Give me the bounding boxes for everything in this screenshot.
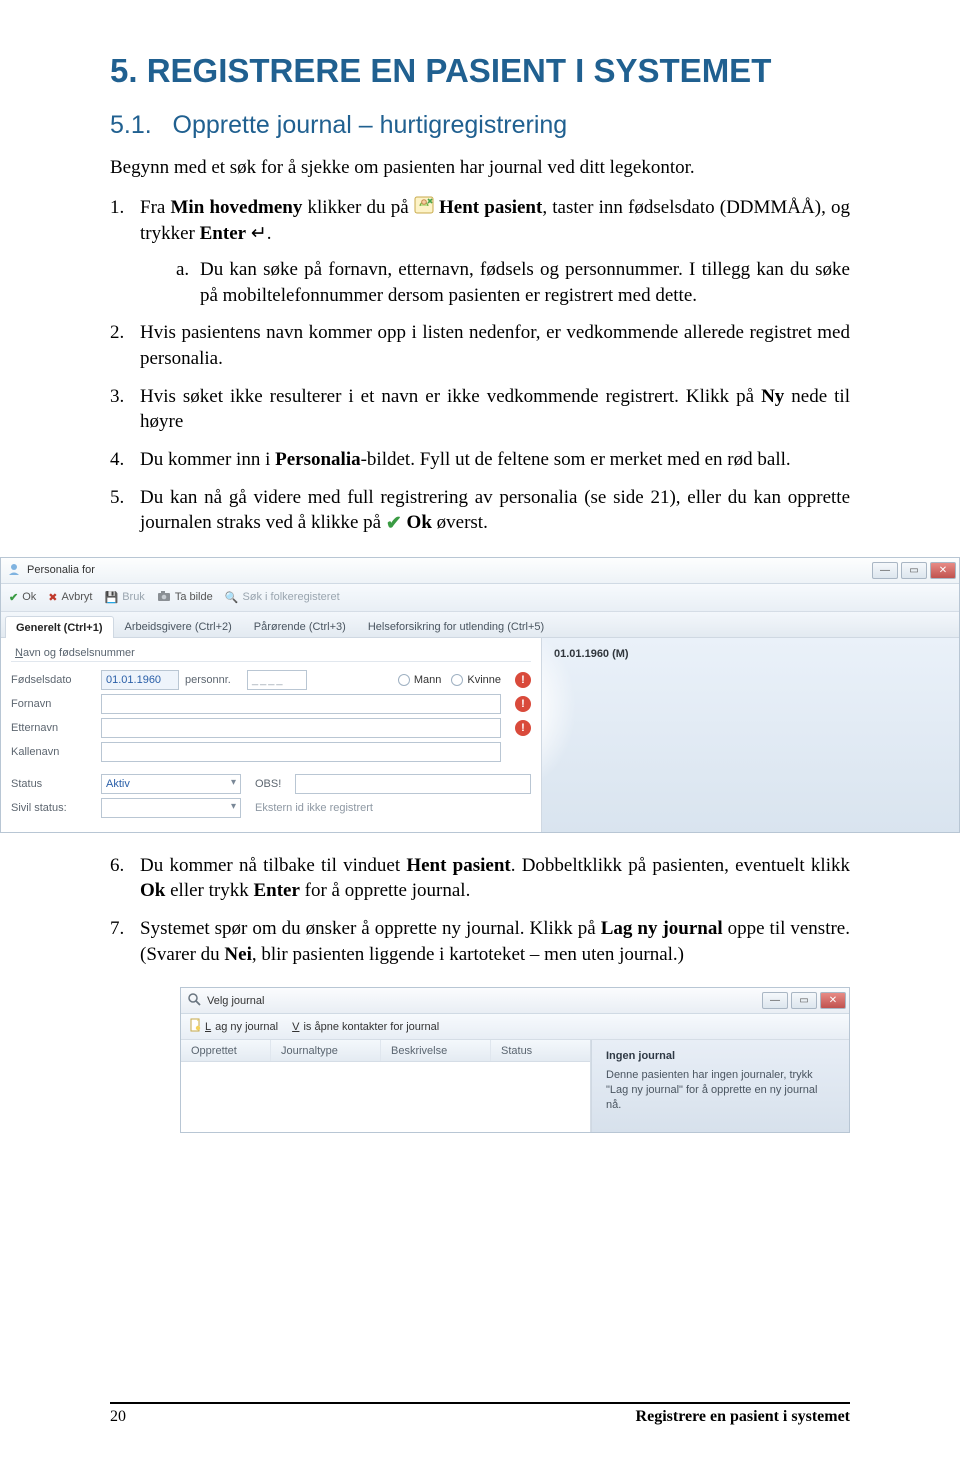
step-2: Hvis pasientens navn kommer opp i listen… xyxy=(140,320,850,371)
page-footer: 20 Registrere en pasient i systemet xyxy=(0,1402,960,1426)
tab-helseforsikring[interactable]: Helseforsikring for utlending (Ctrl+5) xyxy=(357,615,555,637)
step-number: 3. xyxy=(110,384,140,435)
tab-arbeidsgivere[interactable]: Arbeidsgivere (Ctrl+2) xyxy=(114,615,243,637)
bruk-button[interactable]: 💾Bruk xyxy=(104,591,144,604)
chapter-title: REGISTRERE EN PASIENT I SYSTEMET xyxy=(147,52,772,89)
check-icon: ✔ xyxy=(386,511,402,537)
step-6: Du kommer nå tilbake til vinduet Hent pa… xyxy=(140,853,850,904)
summary-text: 01.01.1960 (M) xyxy=(554,648,947,660)
tab-parorende[interactable]: Pårørende (Ctrl+3) xyxy=(243,615,357,637)
radio-mann[interactable] xyxy=(398,674,410,686)
label-fodselsdato: Fødselsdato xyxy=(11,674,101,686)
label-obs: OBS! xyxy=(255,778,295,790)
cancel-icon: ✖ xyxy=(48,591,57,604)
minimize-button[interactable]: ― xyxy=(762,992,788,1009)
chapter-number: 5. xyxy=(110,52,138,89)
velg-journal-window: Velg journal ― ▭ ✕ Lag ny journal Vis åp… xyxy=(180,987,850,1133)
radio-kvinne[interactable] xyxy=(451,674,463,686)
col-opprettet[interactable]: Opprettet xyxy=(181,1040,271,1061)
window-titlebar: Velg journal ― ▭ ✕ xyxy=(181,988,849,1014)
fornavn-input[interactable] xyxy=(101,694,501,714)
personnr-input[interactable]: ____ xyxy=(247,670,307,690)
substep-letter: a. xyxy=(176,257,200,308)
journal-list: Opprettet Journaltype Beskrivelse Status xyxy=(181,1040,591,1132)
error-icon: ! xyxy=(515,720,531,736)
step-7: Systemet spør om du ønsker å opprette ny… xyxy=(140,916,850,967)
obs-input[interactable] xyxy=(295,774,531,794)
avbryt-button[interactable]: ✖Avbryt xyxy=(48,591,92,604)
step-1: Fra Min hovedmeny klikker du på Hent pas… xyxy=(140,195,850,308)
info-text: Denne pasienten har ingen journaler, try… xyxy=(606,1068,835,1113)
info-heading: Ingen journal xyxy=(606,1050,835,1062)
etternavn-input[interactable] xyxy=(101,718,501,738)
tab-generelt[interactable]: Generelt (Ctrl+1) xyxy=(5,616,114,638)
sivilstatus-combo[interactable] xyxy=(101,798,241,818)
section-number: 5.1. xyxy=(110,111,152,139)
chapter-heading: 5. REGISTRERE EN PASIENT I SYSTEMET xyxy=(110,50,850,91)
step-3: Hvis søket ikke resulterer i et navn er … xyxy=(140,384,850,435)
step-number: 6. xyxy=(110,853,140,904)
col-journaltype[interactable]: Journaltype xyxy=(271,1040,381,1061)
maximize-button[interactable]: ▭ xyxy=(901,562,927,579)
info-panel: Ingen journal Denne pasienten har ingen … xyxy=(591,1040,849,1132)
step-number: 5. xyxy=(110,485,140,537)
step-4: Du kommer inn i Personalia-bildet. Fyll … xyxy=(140,447,850,473)
tab-bar: Generelt (Ctrl+1) Arbeidsgivere (Ctrl+2)… xyxy=(1,612,959,638)
group-label: Navn og fødselsnummer xyxy=(11,644,531,662)
window-title: Velg journal xyxy=(207,995,265,1007)
label-mann: Mann xyxy=(414,674,442,686)
personalia-window: Personalia for ― ▭ ✕ ✔Ok ✖Avbryt 💾Bruk T… xyxy=(0,557,960,833)
intro-text: Begynn med et søk for å sjekke om pasien… xyxy=(110,156,850,181)
close-button[interactable]: ✕ xyxy=(930,562,956,579)
step-number: 2. xyxy=(110,320,140,371)
fodselsdato-input[interactable]: 01.01.1960 xyxy=(101,670,179,690)
new-icon xyxy=(189,1018,201,1035)
col-status[interactable]: Status xyxy=(491,1040,590,1061)
footer-title: Registrere en pasient i systemet xyxy=(636,1408,850,1426)
minimize-button[interactable]: ― xyxy=(872,562,898,579)
app-icon xyxy=(7,562,21,579)
section-title: Opprette journal – hurtigregistrering xyxy=(173,111,568,139)
step-number: 1. xyxy=(110,195,140,308)
col-beskrivelse[interactable]: Beskrivelse xyxy=(381,1040,491,1061)
lag-ny-journal-button[interactable]: Lag ny journal xyxy=(189,1018,278,1035)
error-icon: ! xyxy=(515,672,531,688)
camera-icon xyxy=(157,590,171,605)
save-icon: 💾 xyxy=(104,591,118,604)
kallenavn-input[interactable] xyxy=(101,742,501,762)
step-5: Du kan nå gå videre med full registrerin… xyxy=(140,485,850,537)
sok-folkeregister-button[interactable]: 🔍Søk i folkeregisteret xyxy=(225,591,340,604)
label-kallenavn: Kallenavn xyxy=(11,746,101,758)
search-icon xyxy=(187,992,201,1009)
label-kvinne: Kvinne xyxy=(467,674,501,686)
toolbar: Lag ny journal Vis åpne kontakter for jo… xyxy=(181,1014,849,1040)
search-icon: 🔍 xyxy=(225,591,239,604)
hent-pasient-icon xyxy=(414,196,434,222)
ekstern-id-text: Ekstern id ikke registrert xyxy=(255,802,373,814)
close-button[interactable]: ✕ xyxy=(820,992,846,1009)
page-number: 20 xyxy=(110,1408,126,1426)
section-heading: 5.1. Opprette journal – hurtigregistreri… xyxy=(110,111,850,140)
label-status: Status xyxy=(11,778,101,790)
window-title: Personalia for xyxy=(27,564,95,576)
step-number: 7. xyxy=(110,916,140,967)
toolbar: ✔Ok ✖Avbryt 💾Bruk Ta bilde 🔍Søk i folker… xyxy=(1,584,959,612)
label-sivil: Sivil status: xyxy=(11,802,101,814)
error-icon: ! xyxy=(515,696,531,712)
check-icon: ✔ xyxy=(9,591,18,604)
summary-panel: 01.01.1960 (M) xyxy=(541,638,959,832)
status-combo[interactable]: Aktiv xyxy=(101,774,241,794)
label-etternavn: Etternavn xyxy=(11,722,101,734)
vis-apne-kontakter-button[interactable]: Vis åpne kontakter for journal xyxy=(292,1021,439,1033)
ta-bilde-button[interactable]: Ta bilde xyxy=(157,590,213,605)
step-number: 4. xyxy=(110,447,140,473)
label-personnr: personnr. xyxy=(179,674,247,686)
label-fornavn: Fornavn xyxy=(11,698,101,710)
window-titlebar: Personalia for ― ▭ ✕ xyxy=(1,558,959,584)
maximize-button[interactable]: ▭ xyxy=(791,992,817,1009)
ok-button[interactable]: ✔Ok xyxy=(9,591,36,604)
step-1a: Du kan søke på fornavn, etternavn, fødse… xyxy=(200,257,850,308)
